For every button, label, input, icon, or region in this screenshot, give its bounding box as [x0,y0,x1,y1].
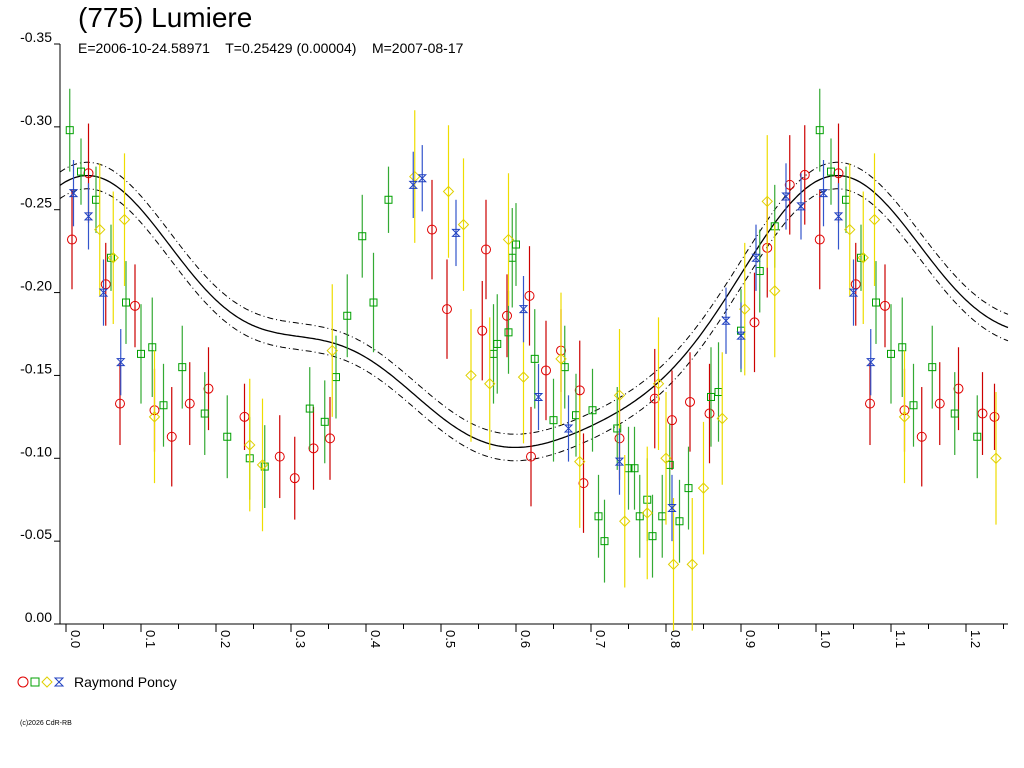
x-tick-label: 0.0 [68,630,83,648]
legend-hourglass-marker [53,677,65,687]
legend-markers [17,676,65,688]
x-tick-label: 0.1 [143,630,158,648]
y-tick-label: -0.30 [20,112,52,128]
x-tick-label: 1.0 [818,630,833,648]
x-tick-label: 1.2 [968,630,983,648]
copyright-text: (c)2026 CdR-RB [20,720,72,727]
x-tick-label: 0.4 [368,630,383,648]
y-tick-label: -0.05 [20,526,52,542]
x-tick-label: 0.2 [218,630,233,648]
legend-diamond-marker [41,676,53,688]
x-tick-label: 0.9 [743,630,758,648]
legend-label: Raymond Poncy [74,674,177,690]
chart-title: (775) Lumiere [78,2,253,33]
fit-curve [59,174,1009,449]
x-tick-label: 0.5 [443,630,458,648]
y-tick-label: -0.25 [20,195,52,211]
legend-square-marker [30,677,40,687]
y-tick-label: -0.10 [20,443,52,459]
lightcurve-plot: -0.35 -0.30 -0.25 -0.20 -0.15 -0.10 -0.05 0.00 0… [20,29,1009,648]
fit-curve-lower [59,188,1009,462]
y-tick-label: -0.15 [20,360,52,376]
x-tick-label: 1.1 [893,630,908,648]
y-tick-label: 0.00 [25,609,52,625]
y-tick-label: -0.35 [20,29,52,45]
y-tick-label: -0.20 [20,278,52,294]
legend: Raymond Poncy [16,674,177,690]
fit-curve-upper [59,161,1009,435]
x-tick-label: 0.7 [593,630,608,648]
x-tick-label: 0.3 [293,630,308,648]
legend-circle-marker [17,676,29,688]
chart-subtitle: E=2006-10-24.58971 T=0.25429 (0.00004) M… [78,40,464,56]
x-tick-label: 0.8 [668,630,683,648]
x-tick-label: 0.6 [518,630,533,648]
